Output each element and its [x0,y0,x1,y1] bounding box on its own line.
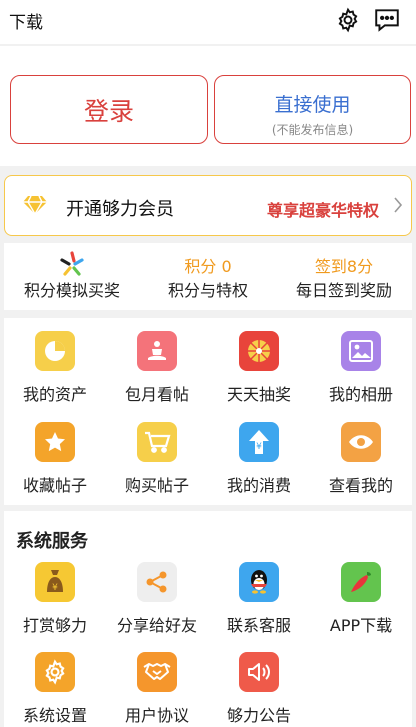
checkin-points: 签到8分 [314,257,374,276]
feature-label: 我的资产 [22,385,87,404]
handshake-icon [137,652,177,692]
chat-icon[interactable] [372,5,402,35]
page-title: 下载 [9,13,43,33]
feature-my-spending[interactable]: ¥ 我的消费 [208,422,310,512]
points-privileges-label: 积分与特权 [167,281,248,300]
gear-icon [35,652,75,692]
qq-penguin-icon [239,562,279,602]
wheel-icon [239,331,279,371]
service-contact[interactable]: 联系客服 [208,562,310,652]
feature-view-mine[interactable]: 查看我的 [310,422,412,512]
star-icon [35,422,75,462]
chili-icon [341,562,381,602]
feature-label: 我的消费 [226,476,291,495]
service-app-download[interactable]: APP下载 [310,562,412,652]
points-privileges[interactable]: 积分 0 积分与特权 [140,243,276,310]
service-tip[interactable]: ¥ 打赏够力 [4,562,106,652]
feature-label: 天天抽奖 [226,385,291,404]
feature-label: 我的相册 [328,385,393,404]
feature-monthly-view[interactable]: 包月看帖 [106,331,208,421]
login-area: 登录 直接使用 (不能发布信息) [0,46,416,166]
chevron-right-icon [393,196,403,218]
svg-text:¥: ¥ [52,583,58,593]
feature-buy-posts[interactable]: 购买帖子 [106,422,208,512]
service-label: 打赏够力 [22,616,87,635]
vip-banner[interactable]: 开通够力会员 尊享超豪华特权 [4,175,412,236]
speaker-icon [239,652,279,692]
lottery-star-icon [4,243,140,277]
points-simulate-label: 积分模拟买奖 [23,281,120,300]
vip-perk: 尊享超豪华特权 [267,201,380,220]
feature-label: 包月看帖 [124,385,189,404]
service-label: 够力公告 [226,706,291,725]
diamond-icon [22,195,48,219]
points-balance: 积分 0 [184,257,232,276]
eye-icon [341,422,381,462]
gear-icon[interactable] [333,5,363,35]
direct-use-button[interactable]: 直接使用 (不能发布信息) [214,75,411,144]
meditation-icon [137,331,177,371]
feature-my-album[interactable]: 我的相册 [310,331,412,421]
cart-icon [137,422,177,462]
points-row: 积分模拟买奖 积分 0 积分与特权 签到8分 每日签到奖励 [4,243,412,310]
services-panel: 系统服务 ¥ 打赏够力 分享给好友 联系客服 APP下载 系统设置 用户协议 够… [4,511,412,727]
service-share[interactable]: 分享给好友 [106,562,208,652]
service-announcements[interactable]: 够力公告 [208,652,310,727]
share-icon [137,562,177,602]
feature-daily-lottery[interactable]: 天天抽奖 [208,331,310,421]
top-bar: 下载 [0,0,416,44]
vip-label: 开通够力会员 [66,199,174,220]
yen-arrow-icon: ¥ [239,422,279,462]
service-label: 联系客服 [226,616,291,635]
feature-label: 查看我的 [328,476,393,495]
service-label: 系统设置 [22,706,87,725]
service-label: 分享给好友 [116,616,197,635]
service-settings[interactable]: 系统设置 [4,652,106,727]
service-label: APP下载 [329,616,393,635]
feature-label: 收藏帖子 [22,476,87,495]
services-title: 系统服务 [16,531,88,552]
photo-icon [341,331,381,371]
daily-checkin[interactable]: 签到8分 每日签到奖励 [276,243,412,310]
service-label: 用户协议 [124,706,189,725]
pie-chart-icon [35,331,75,371]
login-button[interactable]: 登录 [10,75,208,144]
direct-use-label: 直接使用 [274,94,351,116]
feature-favorites[interactable]: 收藏帖子 [4,422,106,512]
direct-use-note: (不能发布信息) [271,123,354,137]
money-bag-icon: ¥ [35,562,75,602]
svg-text:¥: ¥ [256,442,262,452]
points-simulate[interactable]: 积分模拟买奖 [4,243,140,310]
checkin-label: 每日签到奖励 [295,281,392,300]
features-panel: 我的资产 包月看帖 天天抽奖 我的相册 收藏帖子 购买帖子 ¥ 我的消费 查看我… [4,318,412,505]
service-user-agreement[interactable]: 用户协议 [106,652,208,727]
login-button-label: 登录 [83,96,134,126]
feature-label: 购买帖子 [124,476,189,495]
feature-my-assets[interactable]: 我的资产 [4,331,106,421]
